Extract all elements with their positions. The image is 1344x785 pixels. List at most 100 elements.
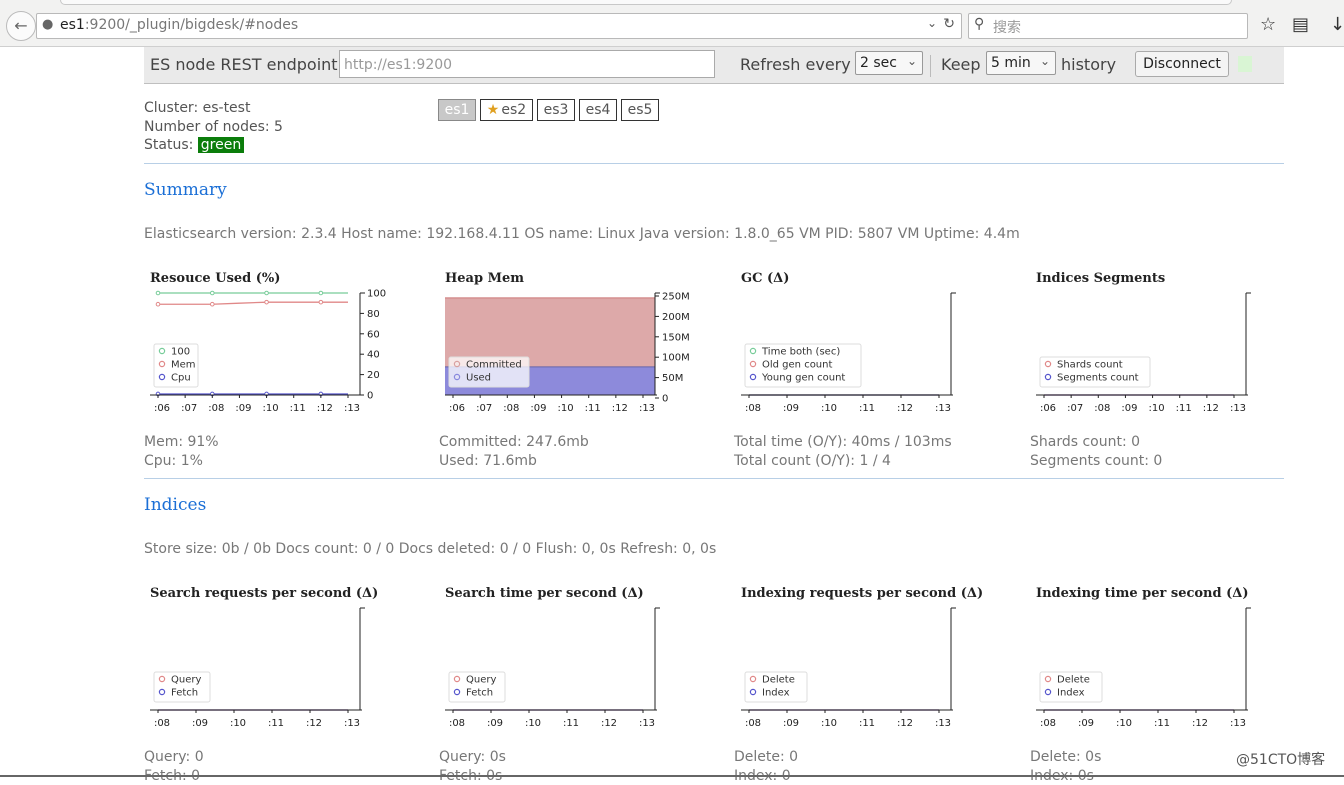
data-point	[156, 302, 160, 306]
x-tick-label: :09	[1121, 403, 1137, 414]
watermark: @51CTO博客	[1236, 749, 1325, 769]
stat-line: Query: 0s	[439, 748, 506, 767]
y-tick-label: 0	[662, 394, 668, 405]
stat-line: Total time (O/Y): 40ms / 103ms	[734, 433, 952, 452]
indices-info: Store size: 0b / 0b Docs count: 0 / 0 Do…	[144, 541, 716, 557]
stat-line: Query: 0	[144, 748, 204, 767]
back-arrow-icon[interactable]: ←	[6, 11, 36, 41]
chart-3: :06:07:08:09:10:11:12:13Shards countSegm…	[1034, 287, 1294, 417]
node-label: es5	[628, 102, 653, 118]
history-length-select[interactable]: 5 min ⌄	[986, 51, 1056, 75]
data-point	[265, 300, 269, 304]
chart-stats: Query: 0Fetch: 0	[144, 748, 204, 785]
browser-search-box[interactable]: ⚲ 搜索	[968, 13, 1248, 39]
url-bar[interactable]: ● es1:9200/_plugin/bigdesk/#nodes ⌄ ↻	[36, 13, 962, 39]
x-tick-label: :10	[1149, 403, 1165, 414]
globe-icon: ●	[42, 17, 53, 32]
x-tick-label: :11	[1154, 718, 1170, 729]
y-tick-label: 100	[367, 289, 386, 300]
x-tick-label: :12	[1192, 718, 1208, 729]
refresh-interval-select[interactable]: 2 sec ⌄	[855, 51, 923, 75]
y-tick-label: 200M	[662, 312, 690, 323]
x-tick-label: :09	[487, 718, 503, 729]
reading-list-icon[interactable]: ▤	[1292, 14, 1309, 35]
node-count: Number of nodes: 5	[144, 118, 283, 137]
x-tick-label: :10	[821, 718, 837, 729]
legend-entry: 100	[171, 347, 190, 358]
x-tick-label: :10	[263, 403, 279, 414]
chart-2: :08:09:10:11:12:13Time both (sec)Old gen…	[739, 287, 999, 417]
x-tick-label: :08	[745, 403, 761, 414]
x-tick-label: :13	[1230, 403, 1246, 414]
stat-line: Shards count: 0	[1030, 433, 1162, 452]
x-tick-label: :06	[449, 403, 465, 414]
x-tick-label: :09	[192, 718, 208, 729]
legend-entry: Query	[466, 675, 496, 686]
y-tick-label: 80	[367, 309, 380, 320]
stat-line: Mem: 91%	[144, 433, 219, 452]
endpoint-input[interactable]: http://es1:9200	[339, 50, 715, 78]
node-button-es3[interactable]: es3	[537, 99, 575, 121]
x-tick-label: :06	[1040, 403, 1056, 414]
node-button-es4[interactable]: es4	[579, 99, 617, 121]
x-tick-label: :13	[1230, 718, 1246, 729]
chevron-down-icon: ⌄	[1040, 54, 1050, 68]
x-tick-label: :08	[1094, 403, 1110, 414]
url-text[interactable]: es1:9200/_plugin/bigdesk/#nodes	[60, 17, 298, 33]
legend-entry: Mem	[171, 360, 196, 371]
data-point	[319, 291, 323, 295]
x-tick-label: :12	[601, 718, 617, 729]
legend-entry: Time both (sec)	[761, 347, 840, 358]
legend-entry: Fetch	[466, 688, 493, 699]
x-tick-label: :09	[530, 403, 546, 414]
x-tick-label: :13	[639, 403, 655, 414]
x-tick-label: :11	[585, 403, 601, 414]
download-icon[interactable]: ↓	[1330, 14, 1344, 35]
history-length-value: 5 min	[991, 55, 1031, 71]
chevron-down-icon[interactable]: ⌄	[927, 16, 937, 30]
browser-chrome: ← ● es1:9200/_plugin/bigdesk/#nodes ⌄ ↻ …	[0, 0, 1344, 47]
search-placeholder: 搜索	[993, 17, 1021, 37]
legend-entry: Delete	[762, 675, 795, 686]
x-tick-label: :09	[235, 403, 251, 414]
legend-entry: Index	[1057, 688, 1085, 699]
x-tick-label: :08	[745, 718, 761, 729]
cluster-name: Cluster: es-test	[144, 99, 283, 118]
data-point	[319, 300, 323, 304]
data-point	[210, 291, 214, 295]
keep-label: Keep	[941, 55, 981, 74]
node-button-es1[interactable]: es1	[438, 99, 476, 121]
y-tick-label: 50M	[662, 373, 683, 384]
node-button-es5[interactable]: es5	[621, 99, 659, 121]
reload-icon[interactable]: ↻	[943, 16, 955, 32]
cluster-status: Status: green	[144, 136, 283, 155]
data-point	[265, 291, 269, 295]
y-tick-label: 100M	[662, 353, 690, 364]
x-tick-label: :12	[897, 718, 913, 729]
legend-entry: Committed	[466, 360, 522, 371]
data-point	[210, 302, 214, 306]
chevron-down-icon: ⌄	[907, 54, 917, 68]
legend-entry: Delete	[1057, 675, 1090, 686]
stat-line: Total count (O/Y): 1 / 4	[734, 452, 952, 471]
x-tick-label: :06	[154, 403, 170, 414]
bookmark-star-icon[interactable]: ☆	[1260, 14, 1276, 35]
x-tick-label: :09	[1078, 718, 1094, 729]
search-icon: ⚲	[974, 16, 984, 32]
section-divider	[144, 163, 1284, 164]
stat-line: Cpu: 1%	[144, 452, 219, 471]
x-tick-label: :13	[639, 718, 655, 729]
disconnect-button[interactable]: Disconnect	[1135, 51, 1229, 77]
x-tick-label: :12	[306, 718, 322, 729]
chart-title: Search time per second (Δ)	[445, 586, 644, 601]
legend-entry: Used	[466, 373, 491, 384]
node-button-es2[interactable]: ★es2	[480, 99, 533, 121]
y-tick-label: 250M	[662, 292, 690, 303]
x-tick-label: :10	[230, 718, 246, 729]
bigdesk-toolbar: ES node REST endpoint http://es1:9200 Re…	[144, 47, 1284, 84]
x-tick-label: :12	[317, 403, 333, 414]
x-tick-label: :10	[821, 403, 837, 414]
node-label: es1	[445, 102, 470, 118]
x-tick-label: :07	[476, 403, 492, 414]
chart-title: Heap Mem	[445, 271, 524, 286]
